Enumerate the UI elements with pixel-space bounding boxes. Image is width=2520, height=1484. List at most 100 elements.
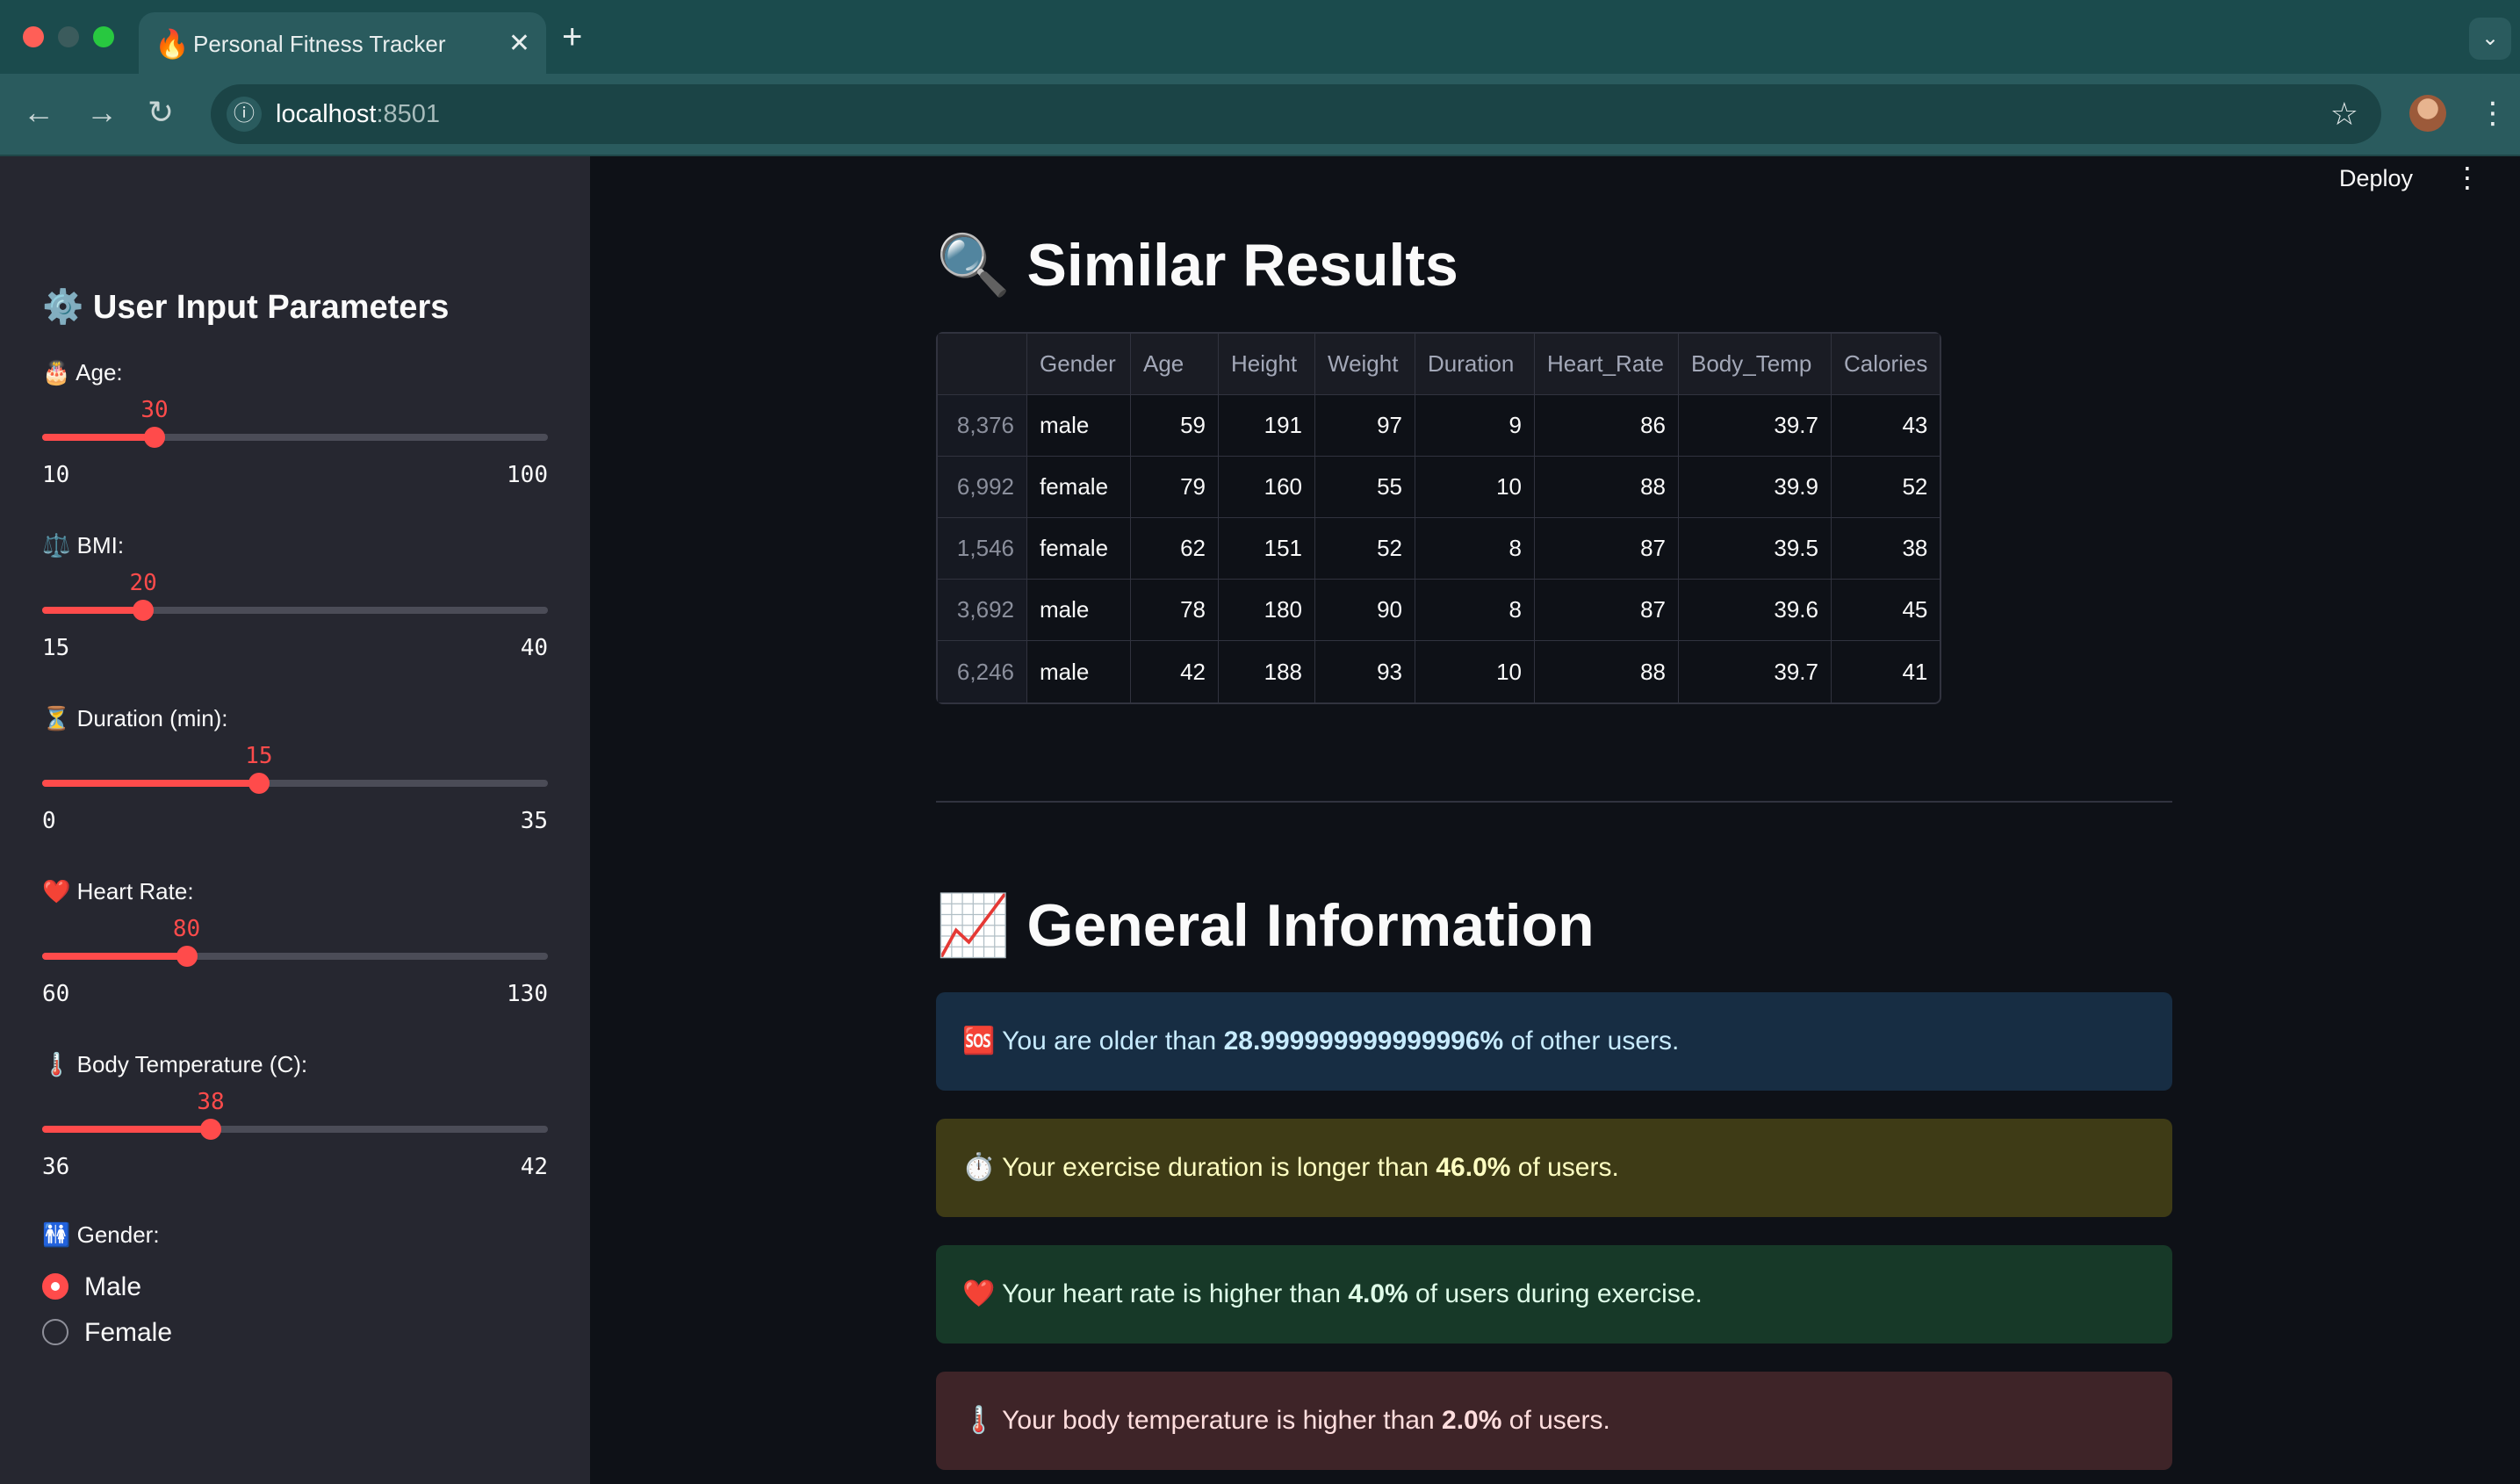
slider-track[interactable] — [42, 946, 548, 967]
column-header[interactable]: Height — [1219, 334, 1315, 395]
table-header-row: Gender Age Height Weight Duration Heart_… — [938, 334, 1940, 395]
slider-max: 35 — [520, 808, 548, 834]
table-cell[interactable]: 86 — [1535, 395, 1679, 457]
thermometer-icon: 🌡️ — [962, 1406, 996, 1435]
table-cell[interactable]: 39.7 — [1679, 395, 1832, 457]
age-info-alert: 🆘 You are older than 28.999999999999996%… — [936, 992, 2172, 1091]
table-cell[interactable]: 39.5 — [1679, 518, 1832, 580]
table-cell[interactable]: 93 — [1315, 641, 1415, 702]
reload-icon[interactable]: ↻ — [148, 93, 174, 132]
table-cell[interactable]: 97 — [1315, 395, 1415, 457]
url-text[interactable]: localhost:8501 — [276, 97, 440, 132]
radio-button[interactable] — [42, 1273, 68, 1300]
slider-thumb[interactable] — [199, 1119, 221, 1140]
table-cell[interactable]: 10 — [1415, 457, 1535, 518]
bmi-slider[interactable]: ⚖️ BMI: 20 15 40 — [42, 529, 548, 679]
table-cell[interactable]: 41 — [1832, 641, 1940, 702]
table-cell[interactable]: 180 — [1219, 580, 1315, 641]
profile-avatar[interactable] — [2409, 95, 2446, 132]
column-header[interactable]: Duration — [1415, 334, 1535, 395]
table-cell[interactable]: 59 — [1131, 395, 1219, 457]
minimize-window-button[interactable] — [58, 26, 79, 47]
table-cell[interactable]: 188 — [1219, 641, 1315, 702]
radio-button[interactable] — [42, 1319, 68, 1345]
slider-track[interactable] — [42, 773, 548, 794]
close-tab-icon[interactable]: ✕ — [508, 26, 530, 61]
sidebar: ⚙️ User Input Parameters 🎂 Age: 30 10 10… — [0, 156, 590, 1484]
radio-label: Male — [84, 1272, 142, 1301]
table-cell[interactable]: 39.7 — [1679, 641, 1832, 702]
table-cell[interactable]: 88 — [1535, 641, 1679, 702]
slider-thumb[interactable] — [143, 427, 165, 448]
slider-thumb[interactable] — [176, 946, 198, 967]
new-tab-icon[interactable]: + — [562, 19, 582, 54]
table-cell[interactable]: 52 — [1315, 518, 1415, 580]
slider-track[interactable] — [42, 600, 548, 621]
table-cell[interactable]: 39.9 — [1679, 457, 1832, 518]
similar-results-table[interactable]: Gender Age Height Weight Duration Heart_… — [936, 332, 1942, 704]
table-cell[interactable]: 79 — [1131, 457, 1219, 518]
table-cell[interactable]: 78 — [1131, 580, 1219, 641]
table-cell[interactable]: 39.6 — [1679, 580, 1832, 641]
column-header[interactable]: Calories — [1832, 334, 1940, 395]
heart-rate-slider[interactable]: ❤️ Heart Rate: 80 60 130 — [42, 875, 548, 1025]
slider-thumb[interactable] — [133, 600, 155, 621]
slider-thumb[interactable] — [248, 773, 270, 794]
column-header[interactable]: Weight — [1315, 334, 1415, 395]
maximize-window-button[interactable] — [93, 26, 114, 47]
table-cell[interactable]: female — [1027, 457, 1131, 518]
tab-search-chevron-icon[interactable]: ⌄ — [2469, 18, 2511, 60]
table-cell[interactable]: 8 — [1415, 580, 1535, 641]
site-info-icon[interactable]: ⓘ — [227, 97, 262, 132]
table-cell[interactable]: 90 — [1315, 580, 1415, 641]
back-arrow-icon[interactable]: ← — [23, 93, 54, 132]
deploy-button[interactable]: Deploy — [2339, 162, 2413, 195]
slider-label: ⚖️ BMI: — [42, 532, 125, 558]
similar-results-heading: 🔍 Similar Results — [936, 232, 1458, 299]
duration-slider[interactable]: ⏳ Duration (min): 15 0 35 — [42, 702, 548, 852]
table-cell[interactable]: 9 — [1415, 395, 1535, 457]
sidebar-title: ⚙️ User Input Parameters — [42, 289, 450, 326]
table-cell[interactable]: 8 — [1415, 518, 1535, 580]
table-cell[interactable]: 151 — [1219, 518, 1315, 580]
table-cell[interactable]: 43 — [1832, 395, 1940, 457]
column-header[interactable]: Heart_Rate — [1535, 334, 1679, 395]
table-row: 6,992 female 79 160 55 10 88 39.9 52 — [938, 457, 1940, 518]
table-cell[interactable]: 160 — [1219, 457, 1315, 518]
table-cell[interactable]: male — [1027, 395, 1131, 457]
slider-track[interactable] — [42, 1119, 548, 1140]
table-cell[interactable]: male — [1027, 641, 1131, 702]
app-menu-icon[interactable]: ⋮ — [2453, 158, 2481, 197]
browser-tab-active[interactable]: 🔥 Personal Fitness Tracker ✕ — [139, 12, 546, 74]
address-bar[interactable]: ⓘ localhost:8501 ☆ — [211, 84, 2381, 144]
table-cell[interactable]: 62 — [1131, 518, 1219, 580]
forward-arrow-icon[interactable]: → — [86, 93, 118, 132]
close-window-button[interactable] — [23, 26, 44, 47]
table-cell[interactable]: 45 — [1832, 580, 1940, 641]
table-cell[interactable]: 10 — [1415, 641, 1535, 702]
browser-menu-icon[interactable]: ⋮ — [2478, 93, 2508, 133]
bookmark-star-icon[interactable]: ☆ — [2330, 95, 2358, 133]
table-cell[interactable]: 191 — [1219, 395, 1315, 457]
column-header[interactable]: Body_Temp — [1679, 334, 1832, 395]
slider-value: 38 — [197, 1089, 225, 1115]
slider-max: 42 — [520, 1154, 548, 1180]
table-cell[interactable]: male — [1027, 580, 1131, 641]
table-cell[interactable]: 42 — [1131, 641, 1219, 702]
table-cell[interactable]: 55 — [1315, 457, 1415, 518]
column-header[interactable]: Age — [1131, 334, 1219, 395]
table-cell[interactable]: 52 — [1832, 457, 1940, 518]
browser-tab-bar: 🔥 Personal Fitness Tracker ✕ + ⌄ — [0, 0, 2520, 74]
table-cell[interactable]: 87 — [1535, 518, 1679, 580]
age-slider[interactable]: 🎂 Age: 30 10 100 — [42, 357, 548, 506]
table-cell[interactable]: 88 — [1535, 457, 1679, 518]
body-temperature-slider[interactable]: 🌡️ Body Temperature (C): 38 36 42 — [42, 1048, 548, 1198]
column-header[interactable] — [938, 334, 1027, 395]
table-cell[interactable]: 87 — [1535, 580, 1679, 641]
column-header[interactable]: Gender — [1027, 334, 1131, 395]
table-row: 3,692 male 78 180 90 8 87 39.6 45 — [938, 580, 1940, 641]
table-cell[interactable]: 38 — [1832, 518, 1940, 580]
slider-track[interactable] — [42, 427, 548, 448]
table-cell[interactable]: female — [1027, 518, 1131, 580]
slider-label: 🎂 Age: — [42, 359, 123, 385]
